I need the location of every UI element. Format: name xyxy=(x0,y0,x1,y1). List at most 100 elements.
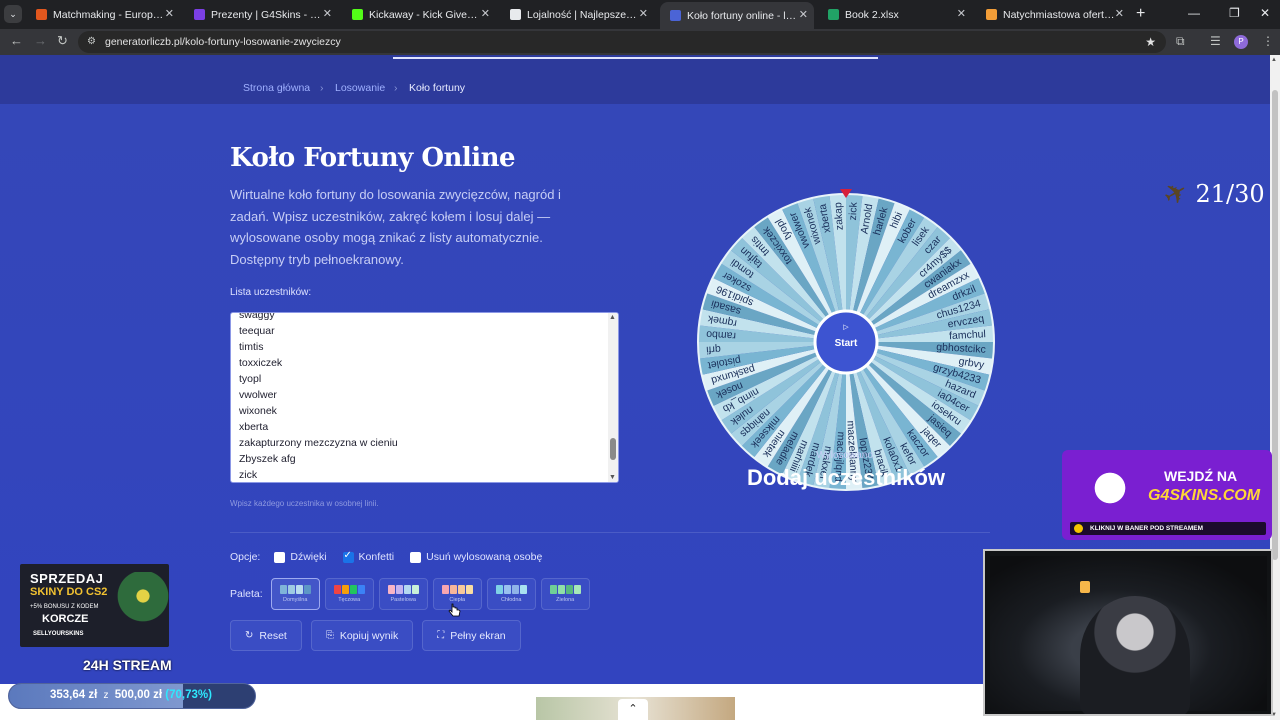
palette-swatch xyxy=(449,585,457,594)
palette-swatch xyxy=(341,585,349,594)
option-checkbox[interactable] xyxy=(342,550,354,563)
profile-avatar[interactable]: P xyxy=(1234,35,1248,49)
action-buttons: ↻ Reset ⎘ Kopiuj wynik ⛶ Pełny ekran xyxy=(230,620,530,651)
ad-line-3: +5% BONUSU Z KODEM xyxy=(30,604,99,610)
webcam-feed xyxy=(990,556,1267,714)
bookmark-star-icon[interactable]: ★ xyxy=(1145,31,1156,53)
scrollbar-thumb[interactable] xyxy=(610,438,616,460)
reload-icon[interactable]: ↻ xyxy=(57,33,68,49)
giveaway-counter: ✈ 21/30 xyxy=(1157,173,1265,213)
wheel-segment-label: zakap xyxy=(832,202,846,231)
options-row: Opcje: Dźwięki Konfetti Usuń wylosowaną os… xyxy=(230,550,558,564)
mouse-cursor xyxy=(448,603,461,617)
minimize-icon[interactable]: — xyxy=(1188,6,1200,20)
breadcrumb-current: Koło fortuny xyxy=(409,82,466,94)
palette-name: Domyślna xyxy=(282,597,308,603)
scroll-down-icon[interactable]: ▼ xyxy=(609,474,616,481)
option-checkbox[interactable] xyxy=(274,551,286,563)
breadcrumb-separator: › xyxy=(394,82,398,94)
palette-swatch xyxy=(465,585,473,594)
restore-icon[interactable]: ❐ xyxy=(1229,6,1240,20)
scroll-top-button[interactable]: ⌃ xyxy=(618,699,648,720)
wheel-svg[interactable]: zickArnoldharlekhibikoberlisekczarcr4my$… xyxy=(696,192,996,492)
scroll-up-icon[interactable]: ▲ xyxy=(1271,57,1277,63)
palette-swatch xyxy=(333,585,341,594)
breadcrumb-home-link[interactable]: Strona główna xyxy=(243,82,310,94)
participant-line: zakapturzony mezczyzna w cieniu xyxy=(239,437,398,449)
tab-favicon xyxy=(352,9,363,20)
lamp-light xyxy=(1080,581,1090,593)
tab-6[interactable]: Natychmiastowa oferta za skin✕ xyxy=(976,4,1130,25)
site-info-icon[interactable]: ⚙ xyxy=(87,31,96,53)
breadcrumb-section-link[interactable]: Losowanie xyxy=(335,82,385,94)
chevron-up-icon: ⌃ xyxy=(628,703,638,715)
participants-textarea[interactable]: swaggy teequar timtis toxxiczek tyopl vwolwer… xyxy=(230,312,619,483)
tab-favicon xyxy=(828,9,839,20)
page-scrollbar-thumb[interactable] xyxy=(1272,90,1278,560)
close-window-icon[interactable]: ✕ xyxy=(1260,6,1270,20)
tab-title: Lojalność | Najlepsze oprogram xyxy=(527,8,639,21)
palette-option-1[interactable]: Tęczowa xyxy=(324,578,374,610)
counter-value: 21/30 xyxy=(1195,179,1265,208)
tab-close-icon[interactable]: ✕ xyxy=(799,8,808,21)
reset-button[interactable]: ↻ Reset xyxy=(230,620,302,651)
participant-line: zick xyxy=(239,469,258,481)
participant-line: vwolwer xyxy=(239,389,277,401)
option-label: Usuń wylosowaną osobę xyxy=(426,551,543,563)
tab-search-button[interactable]: ⌄ xyxy=(4,5,22,23)
browser-menu-icon[interactable]: ⋮ xyxy=(1262,34,1274,48)
option-2[interactable]: Usuń wylosowaną osobę xyxy=(410,551,542,563)
reading-list-icon[interactable]: ☰ xyxy=(1210,34,1221,48)
palette-option-2[interactable]: Pastelowa xyxy=(378,578,428,610)
donation-goal-text: 353,64 zł z 500,00 zł (70,73%) xyxy=(50,689,212,701)
participants-label: Lista uczestników: xyxy=(230,287,312,298)
tab-5[interactable]: Book 2.xlsx ✕ xyxy=(818,4,972,25)
palette-label: Paleta: xyxy=(230,588,263,600)
tab-1[interactable]: Prezenty | G4Skins - Otwieraj sk✕ xyxy=(184,4,338,25)
palette-swatch xyxy=(565,585,573,594)
tab-4[interactable]: Koło fortuny online - losowanie✕ xyxy=(660,2,814,29)
option-label: Konfetti xyxy=(358,551,395,563)
fullscreen-button[interactable]: ⛶ Pełny ekran xyxy=(422,620,521,651)
tab-close-icon[interactable]: ✕ xyxy=(323,7,332,20)
palette-swatches xyxy=(495,585,527,594)
fortune-wheel[interactable]: zick Arnold harlek hibi kober lisek czar cr4my$… xyxy=(696,192,996,492)
palette-name: Pastelowa xyxy=(390,597,416,603)
palette-option-0[interactable]: Domyślna xyxy=(270,578,320,610)
tab-close-icon[interactable]: ✕ xyxy=(957,7,966,20)
palette-swatch xyxy=(295,585,303,594)
copy-result-button[interactable]: ⎘ Kopiuj wynik xyxy=(310,620,414,651)
option-checkbox[interactable] xyxy=(410,551,422,563)
donation-goal-bar: 353,64 zł z 500,00 zł (70,73%) xyxy=(8,683,256,709)
tab-close-icon[interactable]: ✕ xyxy=(1115,7,1124,20)
wheel-segment-label: rambo xyxy=(706,328,737,342)
new-tab-button[interactable]: + xyxy=(1136,5,1145,23)
palette-swatches xyxy=(333,585,365,594)
ad-line-3-text: KLIKNIJ W BANER POD STREAMEM xyxy=(1090,525,1204,532)
back-icon[interactable]: ← xyxy=(10,33,23,48)
participant-line: teequar xyxy=(239,325,275,337)
tab-close-icon[interactable]: ✕ xyxy=(481,7,490,20)
tab-close-icon[interactable]: ✕ xyxy=(639,7,648,20)
tab-3[interactable]: Lojalność | Najlepsze oprogram✕ xyxy=(500,4,654,25)
extensions-icon[interactable]: ⧉ xyxy=(1176,34,1185,49)
palette-option-4[interactable]: Chłodna xyxy=(486,578,536,610)
ad-line-2: G4SKINS.COM xyxy=(1148,487,1261,504)
tab-2[interactable]: Kickaway - Kick Giveaway Tool✕ xyxy=(342,4,496,25)
tab-close-icon[interactable]: ✕ xyxy=(165,7,174,20)
winner-label: Wylosowano: xyxy=(816,450,876,461)
palette-swatch xyxy=(349,585,357,594)
participant-line: wixonek xyxy=(239,405,277,417)
textarea-scrollbar[interactable]: ▲ ▼ xyxy=(608,313,618,482)
address-bar[interactable]: ⚙ generatorliczb.pl/kolo-fortuny-losowan… xyxy=(78,31,1166,53)
participant-line: toxxiczek xyxy=(239,357,283,369)
forward-icon[interactable]: → xyxy=(34,33,47,48)
option-0[interactable]: Dźwięki xyxy=(274,551,327,563)
palette-swatch xyxy=(395,585,403,594)
scroll-up-icon[interactable]: ▲ xyxy=(609,314,616,321)
tab-0[interactable]: Matchmaking - Europe 5v5 Qu✕ xyxy=(26,4,180,25)
participant-line: tyopl xyxy=(239,373,262,385)
option-1[interactable]: Konfetti xyxy=(342,550,395,563)
palette-option-5[interactable]: Zielona xyxy=(540,578,590,610)
ad-line-3: KLIKNIJ W BANER POD STREAMEM xyxy=(1070,522,1266,535)
